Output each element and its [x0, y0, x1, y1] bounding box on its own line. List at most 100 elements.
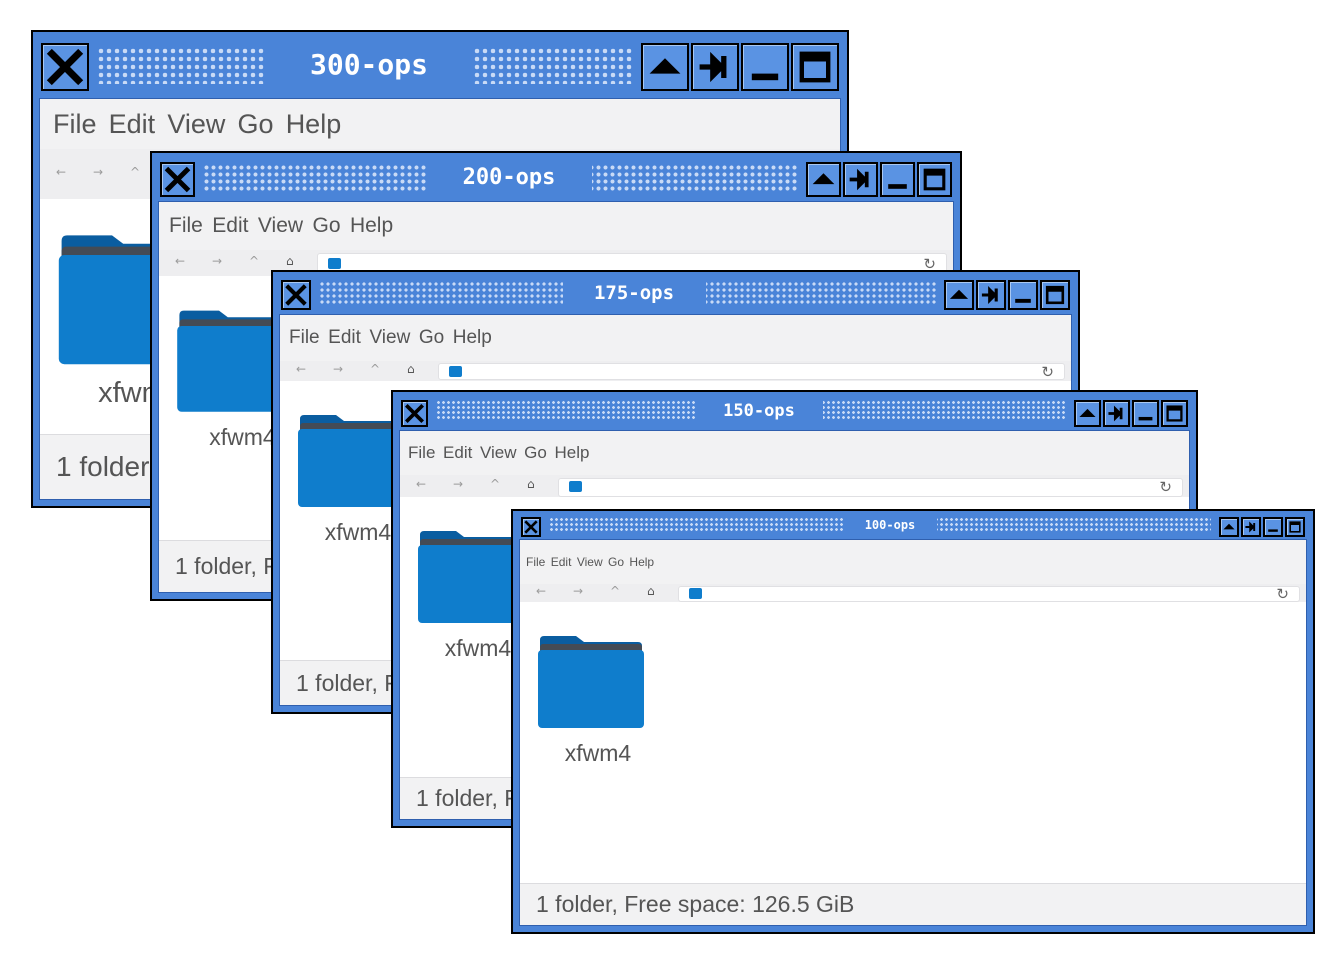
menu-file[interactable]: File	[53, 109, 97, 139]
close-button[interactable]	[160, 162, 195, 197]
file-view[interactable]: xfwm4	[520, 602, 1306, 884]
forward-button[interactable]: →	[93, 165, 103, 179]
location-folder-icon	[449, 366, 462, 377]
reload-button[interactable]: ↻	[1041, 363, 1054, 381]
menu-file[interactable]: File	[408, 443, 435, 462]
arrow-left-icon: ←	[416, 477, 427, 491]
menu-help[interactable]: Help	[453, 327, 492, 348]
menu-go[interactable]: Go	[608, 555, 624, 569]
menu-edit[interactable]: Edit	[328, 327, 361, 348]
window-title: 100-ops	[843, 516, 937, 534]
arrow-left-icon: ←	[296, 362, 307, 376]
window-100-ops[interactable]: 100-ops File Edit View Go Help ← → ^ ⌂ ↻ xfwm4 1 fol…	[511, 509, 1315, 934]
menu-view[interactable]: View	[167, 109, 225, 139]
arrow-right-icon: →	[333, 362, 344, 376]
stick-button[interactable]	[1241, 517, 1261, 537]
menu-file[interactable]: File	[289, 327, 320, 348]
menu-edit[interactable]: Edit	[212, 214, 248, 237]
folder-item[interactable]: xfwm4	[536, 630, 646, 780]
window-titlebar[interactable]: 300-ops	[33, 32, 847, 98]
menu-view[interactable]: View	[369, 327, 410, 348]
back-button[interactable]: ←	[296, 362, 306, 376]
menu-bar: File Edit View Go Help	[280, 315, 1071, 361]
minimize-button[interactable]	[741, 43, 789, 91]
menu-view[interactable]: View	[577, 555, 603, 569]
close-button[interactable]	[401, 400, 428, 427]
menu-help[interactable]: Help	[555, 443, 590, 462]
menu-edit[interactable]: Edit	[443, 443, 472, 462]
menu-view[interactable]: View	[258, 214, 303, 237]
shade-button[interactable]	[944, 280, 974, 310]
back-button[interactable]: ←	[416, 477, 426, 491]
home-button[interactable]: ⌂	[647, 584, 655, 598]
stick-button[interactable]	[1103, 400, 1130, 427]
home-button[interactable]: ⌂	[527, 477, 535, 491]
maximize-button[interactable]	[1040, 280, 1070, 310]
menu-go[interactable]: Go	[238, 109, 274, 139]
reload-button[interactable]: ↻	[1159, 478, 1172, 496]
arrow-up-icon: ^	[610, 584, 621, 598]
forward-button[interactable]: →	[333, 362, 343, 376]
location-toolbar: ← → ^ ⌂ ↻	[520, 584, 1306, 603]
location-folder-icon	[569, 481, 582, 492]
maximize-button[interactable]	[917, 162, 952, 197]
minimize-button[interactable]	[1132, 400, 1159, 427]
menu-help[interactable]: Help	[629, 555, 654, 569]
maximize-button[interactable]	[1285, 517, 1305, 537]
maximize-button[interactable]	[1161, 400, 1188, 427]
window-titlebar[interactable]: 175-ops	[273, 272, 1078, 314]
up-button[interactable]: ^	[249, 254, 259, 268]
status-bar: 1 folder, Free space: 126.5 GiB	[520, 883, 1306, 925]
menu-go[interactable]: Go	[524, 443, 547, 462]
window-titlebar[interactable]: 200-ops	[152, 153, 960, 201]
reload-button[interactable]: ↻	[1276, 585, 1289, 603]
back-button[interactable]: ←	[175, 254, 185, 268]
minimize-button[interactable]	[1008, 280, 1038, 310]
close-button[interactable]	[521, 517, 541, 537]
minimize-button[interactable]	[1263, 517, 1283, 537]
up-button[interactable]: ^	[610, 584, 620, 598]
up-button[interactable]: ^	[490, 477, 500, 491]
home-button[interactable]: ⌂	[407, 362, 415, 376]
menu-go[interactable]: Go	[312, 214, 340, 237]
address-bar[interactable]: ↻	[438, 363, 1065, 381]
close-button[interactable]	[281, 280, 311, 310]
up-button[interactable]: ^	[130, 165, 140, 179]
maximize-button[interactable]	[791, 43, 839, 91]
forward-button[interactable]: →	[212, 254, 222, 268]
home-button[interactable]: ⌂	[286, 254, 294, 268]
close-button[interactable]	[41, 43, 89, 91]
menu-file[interactable]: File	[169, 214, 203, 237]
forward-button[interactable]: →	[453, 477, 463, 491]
window-titlebar[interactable]: 150-ops	[393, 392, 1196, 430]
back-button[interactable]: ←	[56, 165, 66, 179]
location-toolbar: ← → ^ ⌂ ↻	[280, 361, 1071, 382]
arrow-left-icon: ←	[175, 254, 186, 268]
up-button[interactable]: ^	[370, 362, 380, 376]
address-bar[interactable]: ↻	[678, 585, 1300, 603]
menu-view[interactable]: View	[480, 443, 517, 462]
folder-item[interactable]: xfwm4	[416, 525, 526, 675]
menu-go[interactable]: Go	[419, 327, 444, 348]
shade-button[interactable]	[1074, 400, 1101, 427]
folder-item[interactable]: xfwm4	[296, 409, 406, 559]
address-bar[interactable]: ↻	[558, 478, 1183, 497]
menu-bar: File Edit View Go Help	[400, 431, 1189, 475]
shade-button[interactable]	[806, 162, 841, 197]
menu-edit[interactable]: Edit	[551, 555, 572, 569]
shade-button[interactable]	[1219, 517, 1239, 537]
shade-button[interactable]	[641, 43, 689, 91]
folder-icon	[296, 415, 406, 513]
window-titlebar[interactable]: 100-ops	[513, 511, 1313, 539]
menu-edit[interactable]: Edit	[109, 109, 156, 139]
stick-button[interactable]	[976, 280, 1006, 310]
stick-button[interactable]	[691, 43, 739, 91]
stick-button[interactable]	[843, 162, 878, 197]
minimize-button[interactable]	[880, 162, 915, 197]
menu-help[interactable]: Help	[350, 214, 393, 237]
menu-help[interactable]: Help	[286, 109, 342, 139]
menu-file[interactable]: File	[526, 555, 545, 569]
forward-button[interactable]: →	[573, 584, 583, 598]
reload-icon: ↻	[1276, 585, 1289, 603]
back-button[interactable]: ←	[536, 584, 546, 598]
